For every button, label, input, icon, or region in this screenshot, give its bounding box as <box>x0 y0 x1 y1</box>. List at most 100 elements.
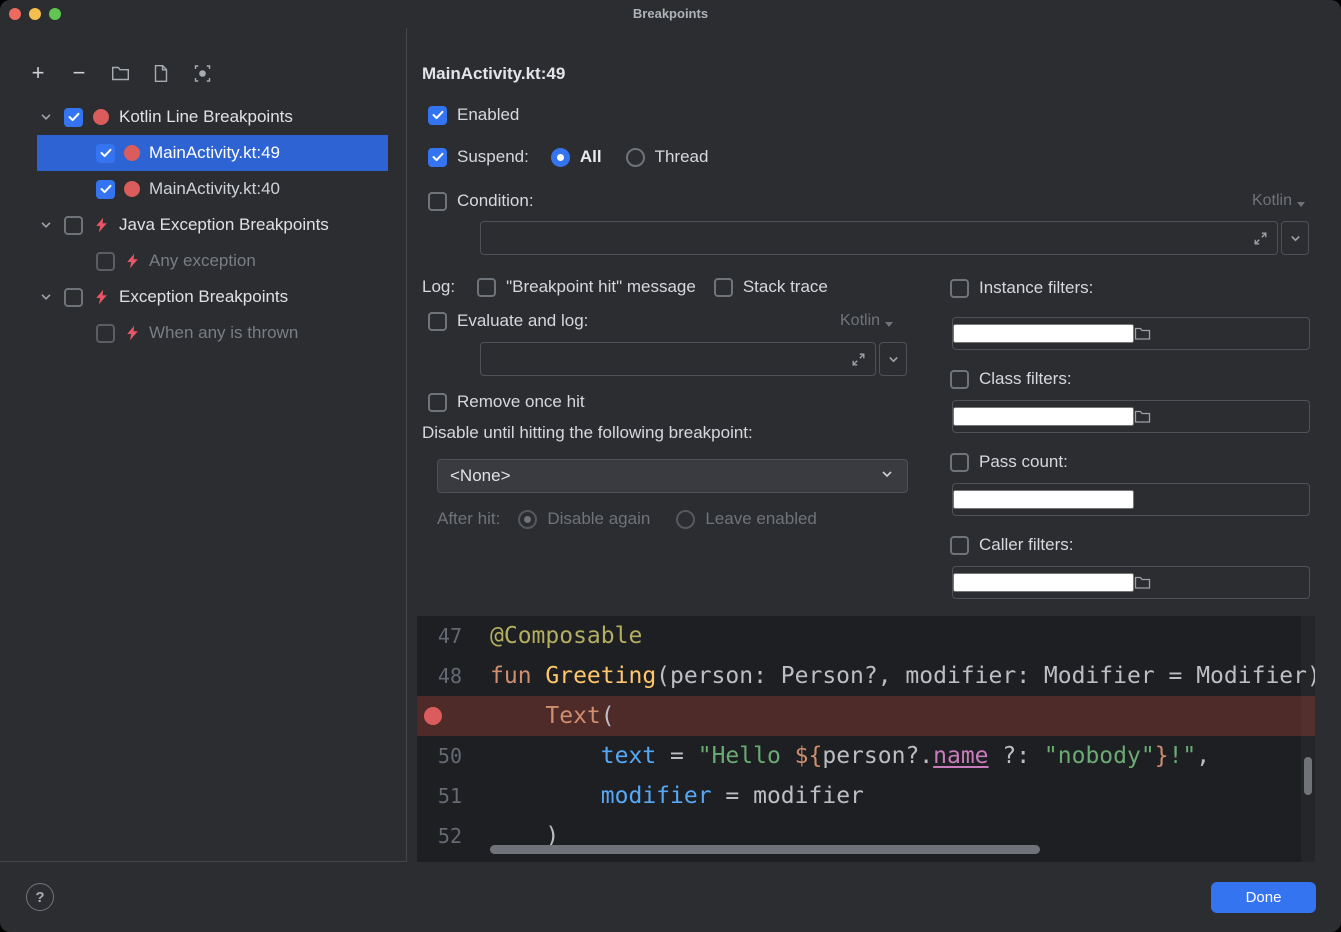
remove-once-label: Remove once hit <box>457 392 585 412</box>
tree-group-java-exception-breakpoints[interactable]: Java Exception Breakpoints <box>0 207 406 243</box>
chevron-down-icon[interactable] <box>38 217 54 233</box>
line-number-gutter[interactable]: 50 <box>417 736 483 776</box>
pass-count-checkbox[interactable] <box>950 453 969 472</box>
line-number-gutter[interactable]: 47 <box>417 616 483 656</box>
instance-filters-input[interactable] <box>953 324 1134 343</box>
class-filters-label: Class filters: <box>979 369 1072 389</box>
class-filters-input[interactable] <box>953 407 1134 426</box>
pass-count-field <box>952 483 1310 516</box>
enabled-checkbox[interactable] <box>428 106 447 125</box>
tree-item-any-exception[interactable]: Any exception <box>0 243 406 279</box>
minimize-button[interactable] <box>29 8 41 20</box>
tree-item-mainactivity-40[interactable]: MainActivity.kt:40 <box>0 171 406 207</box>
pass-count-input[interactable] <box>953 490 1134 509</box>
tree-group-label: Java Exception Breakpoints <box>119 215 329 235</box>
checkbox-unchecked[interactable] <box>64 216 83 235</box>
breakpoint-gutter[interactable] <box>417 696 483 736</box>
tree-group-kotlin-line-breakpoints[interactable]: Kotlin Line Breakpoints <box>0 99 406 135</box>
breakpoint-detail-title: MainActivity.kt:49 <box>422 64 565 84</box>
evaluate-history-dropdown[interactable] <box>879 342 907 376</box>
breakpoint-dot-icon[interactable] <box>424 707 442 725</box>
exception-breakpoint-icon <box>93 289 109 305</box>
chevron-down-icon[interactable] <box>38 289 54 305</box>
chevron-down-icon <box>879 466 895 487</box>
vertical-scrollbar-track[interactable] <box>1301 616 1315 862</box>
evaluate-checkbox[interactable] <box>428 312 447 331</box>
folder-icon[interactable] <box>1134 326 1151 341</box>
tree-item-mainactivity-49[interactable]: MainActivity.kt:49 <box>0 135 406 171</box>
folder-icon[interactable] <box>1134 409 1151 424</box>
horizontal-scrollbar-thumb[interactable] <box>490 845 1040 854</box>
pass-count-label: Pass count: <box>979 452 1068 472</box>
condition-history-dropdown[interactable] <box>1281 221 1309 255</box>
checkbox-checked[interactable] <box>64 108 83 127</box>
code-text: fun Greeting(person: Person?, modifier: … <box>483 656 1315 696</box>
tree-group-exception-breakpoints[interactable]: Exception Breakpoints <box>0 279 406 315</box>
folder-icon[interactable] <box>1134 575 1151 590</box>
instance-filters-checkbox[interactable] <box>950 279 969 298</box>
line-number-gutter[interactable]: 52 <box>417 816 483 856</box>
checkbox-checked[interactable] <box>96 144 115 163</box>
code-text: Text( <box>483 696 615 736</box>
enabled-row: Enabled <box>428 104 519 126</box>
class-filters-checkbox[interactable] <box>950 370 969 389</box>
tree-item-label: MainActivity.kt:40 <box>149 179 280 199</box>
suspend-all-radio[interactable] <box>551 148 570 167</box>
pass-count-row: Pass count: <box>950 451 1068 473</box>
disable-until-combobox[interactable]: <None> <box>437 459 908 493</box>
line-number-gutter[interactable]: 48 <box>417 656 483 696</box>
line-breakpoint-icon <box>124 145 140 161</box>
close-button[interactable] <box>9 8 21 20</box>
window-title: Breakpoints <box>0 0 1341 28</box>
suspend-all-label: All <box>580 147 602 167</box>
instance-filters-field <box>952 317 1310 350</box>
disable-again-label: Disable again <box>547 509 650 529</box>
add-breakpoint-button[interactable]: + <box>26 61 50 85</box>
code-text: @Composable <box>483 616 642 656</box>
remove-breakpoint-button[interactable]: − <box>67 61 91 85</box>
leave-enabled-radio <box>676 510 695 529</box>
suspend-thread-radio[interactable] <box>626 148 645 167</box>
expand-icon[interactable] <box>1253 231 1268 246</box>
expand-icon[interactable] <box>851 352 866 367</box>
checkbox-unchecked[interactable] <box>96 324 115 343</box>
checkbox-unchecked[interactable] <box>96 252 115 271</box>
help-button[interactable]: ? <box>26 883 54 911</box>
caller-filters-input[interactable] <box>953 573 1134 592</box>
log-message-checkbox[interactable] <box>477 278 496 297</box>
condition-label: Condition: <box>457 191 534 211</box>
caller-filters-field <box>952 566 1310 599</box>
line-breakpoint-icon <box>93 109 109 125</box>
tree-item-when-any-is-thrown[interactable]: When any is thrown <box>0 315 406 351</box>
evaluate-language-selector[interactable]: Kotlin <box>840 312 893 330</box>
combobox-value: <None> <box>450 466 511 486</box>
group-by-file-icon[interactable] <box>149 61 173 85</box>
checkbox-checked[interactable] <box>96 180 115 199</box>
line-breakpoint-icon <box>124 181 140 197</box>
class-filters-field <box>952 400 1310 433</box>
stack-trace-checkbox[interactable] <box>714 278 733 297</box>
line-number-gutter[interactable]: 51 <box>417 776 483 816</box>
vertical-scrollbar-thumb[interactable] <box>1304 757 1312 795</box>
group-by-package-icon[interactable] <box>108 61 132 85</box>
condition-language-selector[interactable]: Kotlin <box>1252 192 1305 210</box>
sidebar-toolbar: + − <box>26 60 214 86</box>
evaluate-input[interactable] <box>481 350 851 368</box>
exception-breakpoint-icon <box>124 325 140 341</box>
chevron-down-icon[interactable] <box>38 109 54 125</box>
code-preview: 47@Composable48fun Greeting(person: Pers… <box>417 616 1315 862</box>
log-row: Log: "Breakpoint hit" message Stack trac… <box>422 276 828 298</box>
exception-breakpoint-icon <box>93 217 109 233</box>
caller-filters-checkbox[interactable] <box>950 536 969 555</box>
done-button[interactable]: Done <box>1211 882 1316 913</box>
condition-input[interactable] <box>481 229 1253 247</box>
suspend-checkbox[interactable] <box>428 148 447 167</box>
condition-checkbox[interactable] <box>428 192 447 211</box>
remove-once-checkbox[interactable] <box>428 393 447 412</box>
checkbox-unchecked[interactable] <box>64 288 83 307</box>
zoom-button[interactable] <box>49 8 61 20</box>
evaluate-label: Evaluate and log: <box>457 311 588 331</box>
group-by-class-icon[interactable] <box>190 61 214 85</box>
code-line: 50 text = "Hello ${person?.name ?: "nobo… <box>417 736 1315 776</box>
tree-item-label: MainActivity.kt:49 <box>149 143 280 163</box>
